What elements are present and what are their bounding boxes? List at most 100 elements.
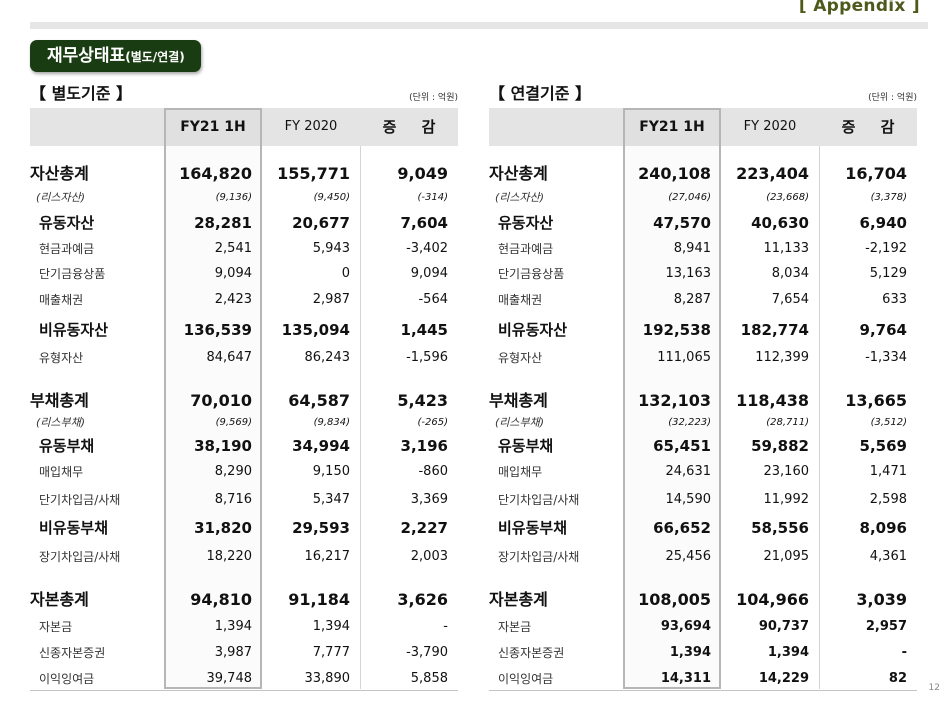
table-row: 단기차입금/사채 14,590 11,992 2,598: [489, 490, 917, 510]
row-label: 비유동자산: [39, 321, 109, 339]
row-label: (리스부채): [495, 416, 545, 429]
cell-change: (3,378): [870, 192, 907, 203]
cell-fy2020: 223,404: [736, 164, 809, 183]
cell-fy21-1h: 192,538: [642, 321, 711, 339]
cell-fy21-1h: 94,810: [190, 590, 252, 609]
cell-change: 1,471: [869, 464, 907, 479]
cell-change: 2,227: [400, 519, 448, 537]
cell-fy21-1h: 14,311: [660, 671, 711, 686]
table-row: 신종자본증권 1,394 1,394 -: [489, 643, 917, 663]
cell-fy2020: 5,347: [312, 492, 350, 507]
cell-change: 4,361: [869, 549, 907, 564]
row-label: 자산총계: [30, 164, 89, 183]
table-row: 자본금 93,694 90,737 2,957: [489, 617, 917, 637]
row-label: 장기차입금/사채: [498, 550, 580, 564]
table-row: 현금과예금 8,941 11,133 -2,192: [489, 239, 917, 259]
column-header-change: 증 감: [382, 118, 446, 136]
table-row: 비유동자산 192,538 182,774 9,764: [489, 320, 917, 340]
table-row: (리스부채) (9,569) (9,834) (-265): [30, 413, 458, 433]
cell-change: -564: [418, 292, 448, 307]
cell-fy21-1h: 8,290: [214, 464, 252, 479]
table-title: 【 별도기준 】: [30, 84, 133, 103]
table-row: 장기차입금/사채 18,220 16,217 2,003: [30, 547, 458, 567]
cell-fy2020: 34,994: [292, 437, 350, 455]
table-row: 현금과예금 2,541 5,943 -3,402: [30, 239, 458, 259]
table-row: 자본금 1,394 1,394 -: [30, 617, 458, 637]
cell-fy21-1h: 38,190: [194, 437, 252, 455]
cell-fy2020: 155,771: [277, 164, 350, 183]
page-number: 12: [928, 683, 940, 693]
cell-change: 16,704: [845, 164, 907, 183]
table-row: 부채총계 132,103 118,438 13,665: [489, 391, 917, 411]
cell-fy2020: (28,711): [766, 417, 809, 428]
cell-fy21-1h: (32,223): [668, 417, 711, 428]
row-label: (리스부채): [36, 416, 86, 429]
consolidated-balance-table: 【 연결기준 】 (단위 : 억원) FY21 1H FY 2020 증 감 자산총계…: [489, 80, 917, 695]
row-label: 매입채무: [39, 465, 84, 479]
cell-fy2020: 1,394: [767, 645, 809, 660]
cell-fy21-1h: 8,941: [673, 241, 711, 256]
cell-change: (-314): [417, 192, 449, 203]
cell-change: 13,665: [845, 391, 907, 410]
cell-change: -1,596: [406, 350, 448, 365]
cell-fy2020: 182,774: [740, 321, 809, 339]
row-label: 단기금융상품: [39, 267, 106, 281]
table-row: 매입채무 24,631 23,160 1,471: [489, 462, 917, 482]
table-row: (리스부채) (32,223) (28,711) (3,512): [489, 413, 917, 433]
row-label: 매입채무: [498, 465, 543, 479]
row-label: 매출채권: [39, 293, 84, 307]
cell-change: 5,423: [397, 391, 448, 410]
table-row: 신종자본증권 3,987 7,777 -3,790: [30, 643, 458, 663]
cell-change: (3,512): [870, 417, 907, 428]
appendix-label: [ Appendix ]: [798, 0, 920, 16]
cell-change: 9,049: [397, 164, 448, 183]
cell-fy21-1h: 164,820: [179, 164, 252, 183]
cell-fy21-1h: 24,631: [665, 464, 712, 479]
table-row: 단기차입금/사채 8,716 5,347 3,369: [30, 490, 458, 510]
row-label: 현금과예금: [39, 242, 95, 256]
table-row: 단기금융상품 9,094 0 9,094: [30, 264, 458, 284]
row-label: 유동자산: [39, 214, 95, 232]
table-row: 자산총계 240,108 223,404 16,704: [489, 164, 917, 184]
table-row: 자본총계 108,005 104,966 3,039: [489, 590, 917, 610]
table-row: 유형자산 111,065 112,399 -1,334: [489, 348, 917, 368]
cell-fy21-1h: 108,005: [638, 590, 711, 609]
cell-fy21-1h: (9,136): [215, 192, 252, 203]
cell-fy2020: 5,943: [312, 241, 350, 256]
cell-fy21-1h: 25,456: [665, 549, 712, 564]
row-label: 유동자산: [498, 214, 554, 232]
header-divider: [30, 22, 928, 29]
cell-fy21-1h: 240,108: [638, 164, 711, 183]
cell-change: 5,129: [869, 266, 907, 281]
cell-fy2020: 90,737: [758, 619, 809, 634]
cell-fy2020: 21,095: [763, 549, 810, 564]
cell-change: 9,764: [859, 321, 907, 339]
row-label: 비유동부채: [498, 519, 568, 537]
table-row: 비유동부채 31,820 29,593 2,227: [30, 518, 458, 538]
cell-change: 3,369: [410, 492, 448, 507]
column-header-fy2020: FY 2020: [743, 119, 797, 134]
cell-fy21-1h: 1,394: [214, 619, 252, 634]
cell-change: 7,604: [400, 214, 448, 232]
cell-change: -2,192: [865, 241, 907, 256]
cell-fy21-1h: 65,451: [653, 437, 711, 455]
column-header-fy2020: FY 2020: [284, 119, 338, 134]
table-row: 매입채무 8,290 9,150 -860: [30, 462, 458, 482]
cell-fy2020: 59,882: [751, 437, 809, 455]
cell-fy21-1h: 31,820: [194, 519, 252, 537]
cell-fy2020: 7,777: [312, 645, 350, 660]
cell-fy2020: (9,834): [313, 417, 350, 428]
row-label: 자본금: [39, 620, 73, 634]
cell-fy2020: 0: [341, 266, 350, 281]
section-title: 재무상태표: [47, 46, 126, 66]
row-label: 이익잉여금: [498, 672, 554, 686]
cell-fy21-1h: 39,748: [206, 671, 253, 686]
cell-fy2020: 135,094: [281, 321, 350, 339]
cell-fy2020: 7,654: [771, 292, 809, 307]
cell-fy2020: 1,394: [312, 619, 350, 634]
cell-fy2020: 8,034: [771, 266, 809, 281]
row-label: 비유동부채: [39, 519, 109, 537]
cell-change: 1,445: [400, 321, 448, 339]
cell-change: -: [901, 645, 907, 660]
row-label: 유동부채: [498, 437, 554, 455]
